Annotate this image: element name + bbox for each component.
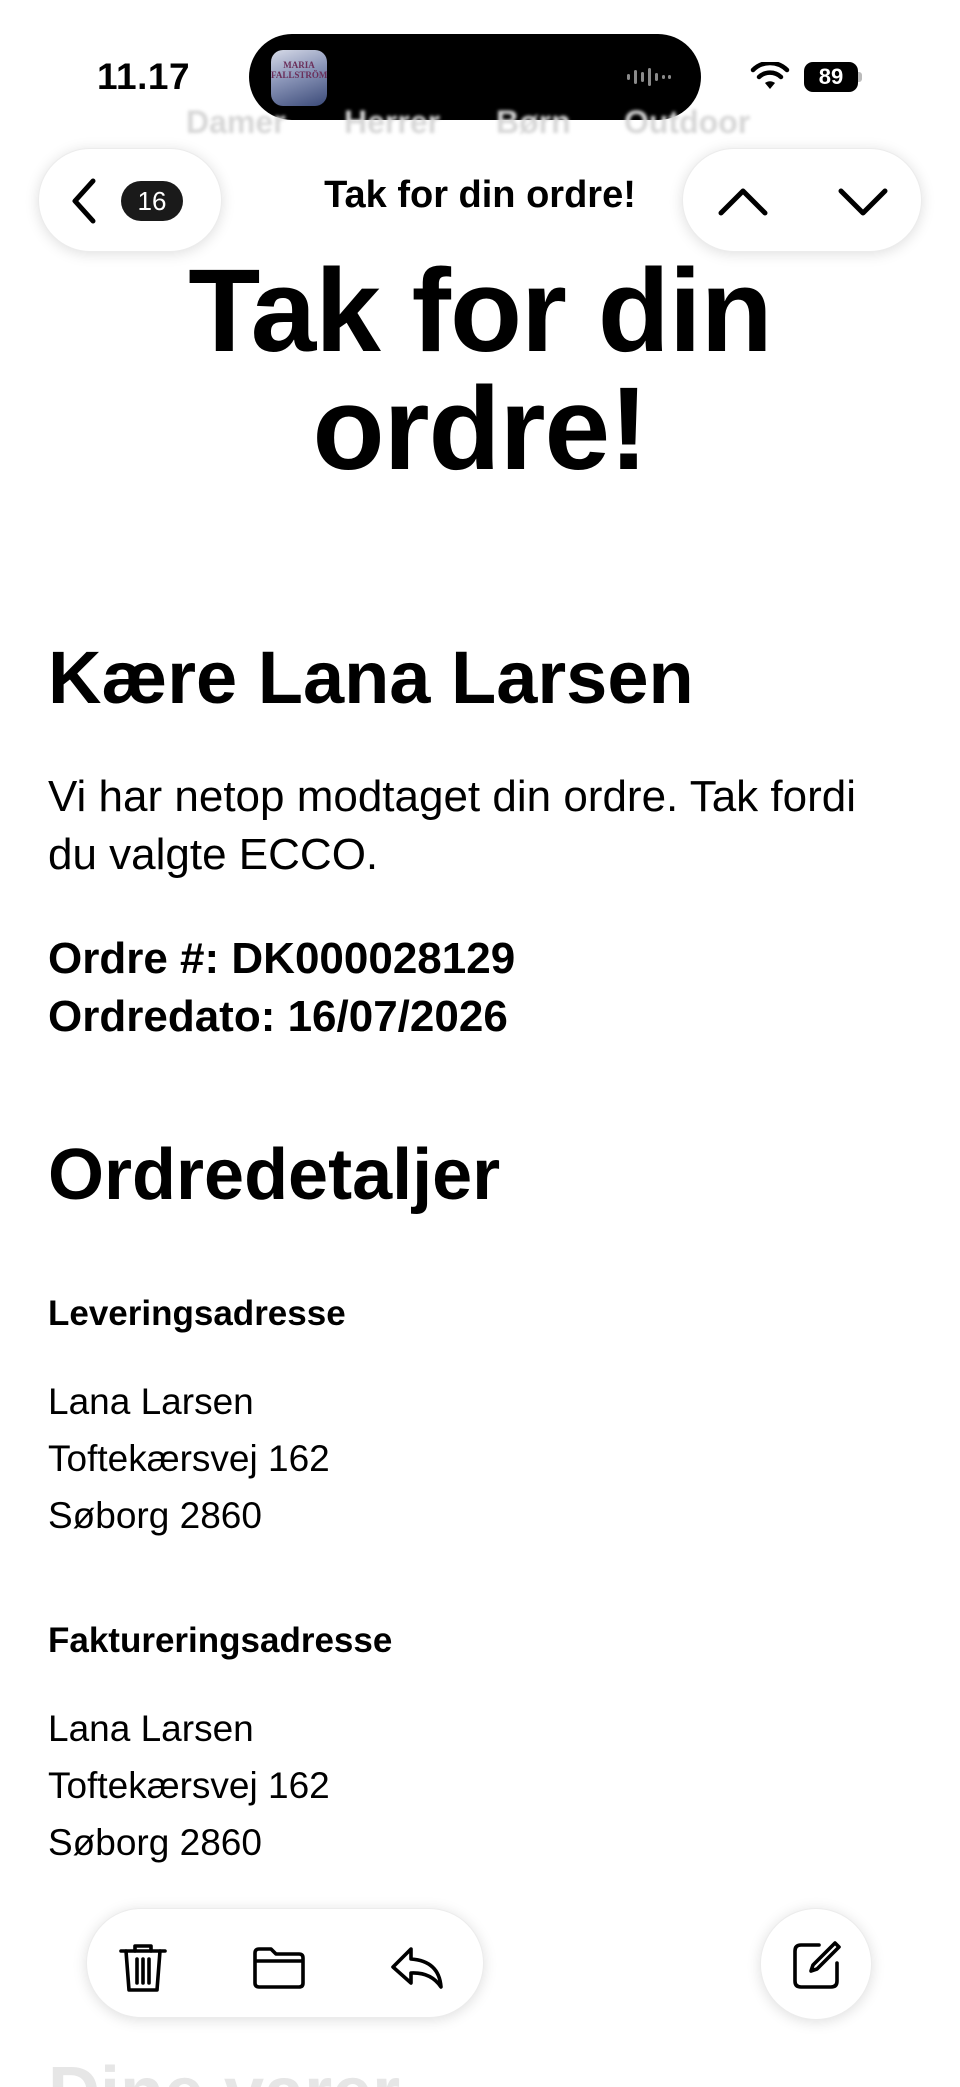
bottom-toolbar [86,1908,484,2018]
greeting-heading: Kære Lana Larsen [48,636,694,719]
background-web-nav: Damer Herrer Børn Outdoor [0,104,960,144]
billing-address-heading: Faktureringsadresse [48,1621,393,1660]
message-navigation [682,148,922,252]
background-nav-item: Damer [186,104,286,140]
battery-icon: 89 [804,62,862,92]
billing-address-line: Lana Larsen [48,1708,254,1749]
wifi-icon [750,62,790,89]
items-section-heading: Dine varer [48,2052,400,2087]
back-button[interactable]: 16 [38,148,222,252]
unread-count-badge: 16 [121,181,183,221]
delivery-address-line: Lana Larsen [48,1381,254,1422]
chevron-down-icon[interactable] [835,177,891,225]
order-number: Ordre #: DK000028129 [48,934,516,983]
waveform-icon [627,68,671,86]
delivery-address-heading: Leveringsadresse [48,1294,346,1333]
compose-icon [793,1941,841,1989]
artwork-text: MARIA FALLSTRÖM [271,60,327,80]
status-time: 11.17 [97,56,191,97]
billing-address-line: Toftekærsvej 162 [48,1765,330,1806]
background-nav-item: Outdoor [624,104,751,140]
trash-icon[interactable] [115,1939,171,1995]
delivery-address-line: Søborg 2860 [48,1495,262,1536]
order-details-title: Ordredetaljer [48,1135,501,1215]
background-nav-item: Børn [496,104,571,140]
compose-button[interactable] [760,1908,872,2020]
billing-address-line: Søborg 2860 [48,1822,262,1863]
email-hero-title: Tak for din ordre! [188,245,772,495]
delivery-address-line: Toftekærsvej 162 [48,1438,330,1479]
nav-title: Tak for din ordre! [324,174,636,216]
reply-icon[interactable] [389,1939,445,1995]
background-nav-item: Herrer [344,104,441,140]
intro-text: Vi har netop modtaget din ordre. Tak for… [48,772,856,879]
now-playing-artwork: MARIA FALLSTRÖM [271,50,327,106]
chevron-up-icon[interactable] [715,177,771,225]
folder-icon[interactable] [251,1939,307,1995]
chevron-left-icon [72,178,96,224]
order-date: Ordredato: 16/07/2026 [48,992,508,1041]
battery-level: 89 [804,62,858,92]
